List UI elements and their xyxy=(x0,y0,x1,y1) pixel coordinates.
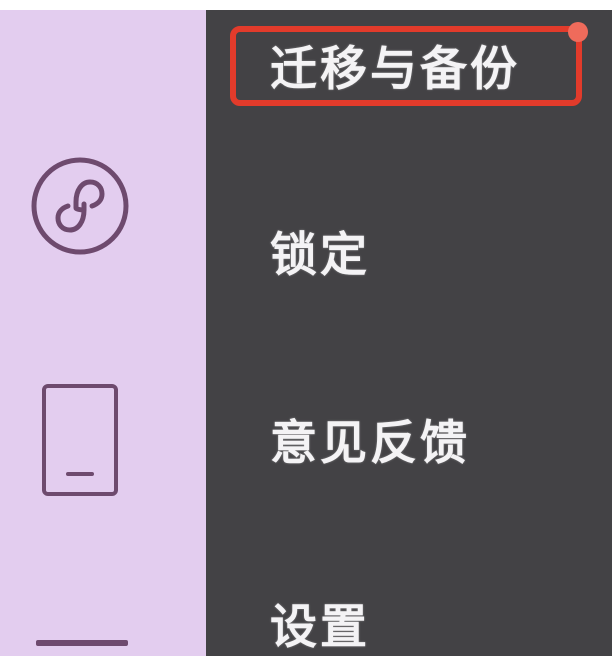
menu-item-lock[interactable]: 锁定 xyxy=(270,232,370,279)
highlight-dot xyxy=(568,22,588,42)
menu-bar-icon[interactable] xyxy=(36,638,128,650)
menu-item-feedback[interactable]: 意见反馈 xyxy=(270,420,470,467)
mini-program-icon[interactable] xyxy=(30,156,130,256)
menu-item-settings[interactable]: 设置 xyxy=(270,604,370,651)
highlight-box xyxy=(230,26,582,106)
side-menu: 迁移与备份 锁定 意见反馈 设置 xyxy=(206,10,612,656)
phone-icon[interactable] xyxy=(40,382,120,498)
sidebar xyxy=(0,10,206,656)
